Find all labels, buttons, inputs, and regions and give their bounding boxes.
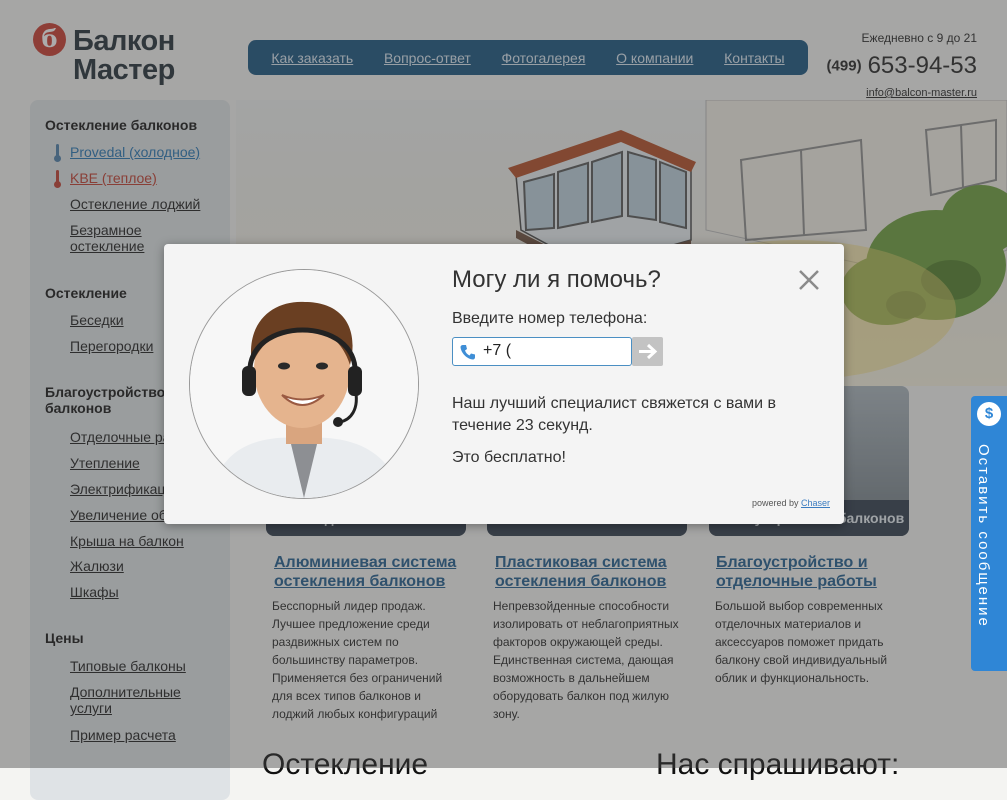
agent-photo-illustration bbox=[190, 270, 418, 498]
callback-promise-text: Наш лучший специалист свяжется с вами в … bbox=[452, 395, 777, 434]
leave-message-label: Оставить сообщение bbox=[975, 444, 992, 628]
close-x-glyph bbox=[799, 270, 819, 290]
support-agent-avatar bbox=[189, 269, 419, 499]
leave-message-tab[interactable]: $ Оставить сообщение bbox=[971, 396, 1007, 671]
powered-by-text: powered by bbox=[751, 498, 799, 508]
callback-modal: Могу ли я помочь? Введите номер телефона… bbox=[164, 244, 844, 524]
powered-by: powered by Chaser bbox=[752, 498, 830, 508]
phone-field-label: Введите номер телефона: bbox=[452, 310, 648, 327]
dollar-chat-icon: $ bbox=[977, 402, 1001, 426]
arrow-right-icon bbox=[639, 343, 658, 360]
close-icon[interactable] bbox=[797, 268, 821, 292]
submit-phone-button[interactable] bbox=[632, 337, 663, 366]
phone-handset-icon bbox=[460, 345, 475, 360]
modal-title: Могу ли я помочь? bbox=[452, 266, 661, 293]
phone-input[interactable] bbox=[483, 341, 623, 361]
chaser-link[interactable]: Chaser bbox=[801, 498, 830, 508]
phone-input-box[interactable] bbox=[452, 337, 632, 366]
free-text: Это бесплатно! bbox=[452, 449, 566, 466]
